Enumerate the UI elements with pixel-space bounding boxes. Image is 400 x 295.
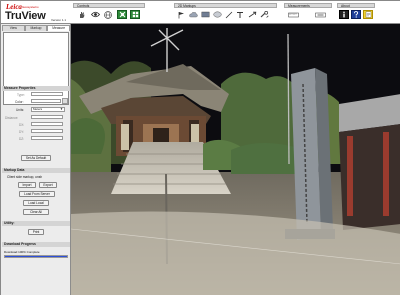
dz-field: [31, 136, 63, 140]
help-icon[interactable]: [351, 10, 361, 19]
measure-distance-icon[interactable]: [287, 10, 300, 19]
truview-logo: Leica Geosystems TruView Version 1.1: [3, 3, 69, 23]
dy-field: [31, 129, 63, 133]
clear-all-button[interactable]: Clear All: [23, 209, 49, 215]
text-icon[interactable]: [235, 10, 245, 19]
globe-icon[interactable]: [103, 10, 113, 19]
dx-label: DX:: [19, 123, 25, 127]
load-local-button[interactable]: Load Local: [23, 200, 49, 206]
info-icon[interactable]: [339, 10, 349, 19]
panel-tabs: View Markup Measure: [2, 25, 71, 31]
units-label: Units:: [16, 108, 25, 112]
version-label: Version 1.1: [51, 18, 67, 22]
measure-coordinate-icon[interactable]: [314, 10, 327, 19]
eye-icon[interactable]: [90, 10, 100, 19]
tab-markup[interactable]: Markup: [24, 25, 48, 31]
load-from-server-button[interactable]: Load From Server: [19, 191, 55, 197]
units-value: Meters: [33, 107, 43, 111]
color-field[interactable]: [31, 99, 61, 103]
rectangle-icon[interactable]: [200, 10, 210, 19]
controls-group: Controls: [73, 3, 145, 22]
color-swatch-button[interactable]: [62, 98, 68, 104]
export-button[interactable]: Export: [39, 182, 57, 188]
geosystems-text: Geosystems: [22, 5, 39, 9]
product-name: TruView: [5, 10, 46, 22]
tab-view[interactable]: View: [2, 25, 25, 31]
notes-icon[interactable]: [363, 10, 373, 19]
fit-view-icon[interactable]: [117, 10, 127, 19]
download-progress-header: Download Progress: [2, 242, 70, 247]
truview-app: Leica Geosystems TruView Version 1.1 Con…: [0, 0, 400, 295]
flag-icon[interactable]: [176, 10, 186, 19]
panorama-viewport[interactable]: [71, 24, 400, 295]
cloud-icon[interactable]: [188, 10, 198, 19]
tab-measure[interactable]: Measure: [47, 25, 71, 31]
grid-view-icon[interactable]: [130, 10, 140, 19]
chevron-down-icon: ▼: [60, 107, 63, 111]
ellipse-icon[interactable]: [212, 10, 222, 19]
units-select[interactable]: Meters ▼: [31, 107, 65, 112]
left-panel: View Markup Measure Measure Properties T…: [1, 24, 71, 295]
markups-group: 2D Markups: [174, 3, 277, 22]
type-label: Type:: [17, 93, 25, 97]
distance-label: Distance:: [5, 116, 19, 120]
markup-data-header: Markup Data: [2, 168, 70, 173]
set-default-button[interactable]: Set As Default: [21, 155, 51, 161]
import-button[interactable]: Import: [18, 182, 36, 188]
measure-properties-header: Measure Properties: [2, 86, 70, 91]
download-status: Download 100% Complete: [4, 250, 40, 254]
measurements-group: Measurements: [284, 3, 332, 22]
markup-data-note: Client side markup, unsh: [7, 175, 43, 179]
distance-field: [31, 115, 63, 119]
utility-header: Utility:: [2, 221, 70, 226]
download-progress-fill: [5, 256, 67, 257]
line-icon[interactable]: [224, 10, 234, 19]
dx-field: [31, 122, 63, 126]
type-field: [31, 92, 63, 96]
arrow-icon[interactable]: [247, 10, 257, 19]
print-button[interactable]: Print: [28, 229, 44, 235]
hand-icon[interactable]: [77, 10, 87, 19]
dz-label: DZ:: [19, 137, 25, 141]
dy-label: DY:: [19, 130, 25, 134]
top-toolbar: Leica Geosystems TruView Version 1.1 Con…: [1, 1, 400, 24]
about-group: About: [337, 3, 375, 22]
download-progress-bar: [4, 255, 68, 258]
color-label: Color:: [15, 100, 24, 104]
wrench-icon[interactable]: [259, 10, 269, 19]
panorama-scene: [71, 24, 400, 295]
